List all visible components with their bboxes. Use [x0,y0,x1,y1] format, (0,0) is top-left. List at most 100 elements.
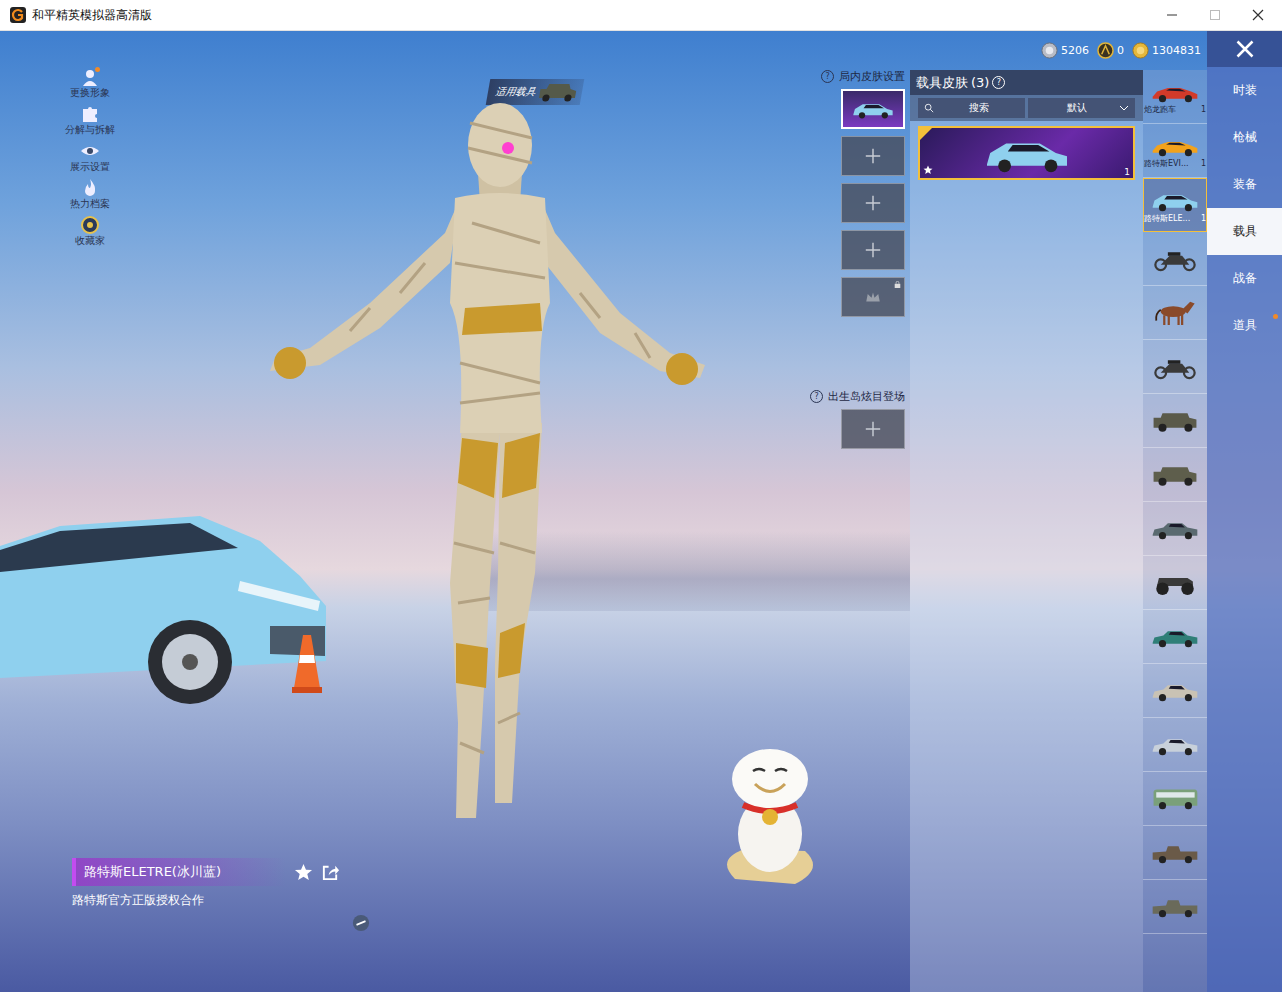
tab-label: 载具 [1233,223,1257,240]
maximize-icon[interactable] [1209,9,1221,21]
tab-label: 战备 [1233,270,1257,287]
item-name: 路特斯ELETRE(冰川蓝) [72,858,286,886]
entrance-slot[interactable] [841,409,905,449]
left-menu-label: 更换形象 [70,87,110,99]
car-icon [851,97,895,121]
vehicle-item[interactable] [1143,664,1207,718]
left-menu-item[interactable]: 热力档案 [70,178,110,210]
plus-icon [864,241,882,259]
sort-dropdown[interactable]: 默认 [1028,98,1135,118]
jeep-icon [536,81,580,103]
skin-slot[interactable] [841,183,905,223]
vehicle-item[interactable] [1143,340,1207,394]
minimize-icon[interactable] [1166,9,1178,21]
help-button[interactable]: ? [992,76,1005,89]
gold_a-coin-icon [1097,42,1114,59]
vehicle-item[interactable] [1143,880,1207,934]
lock-icon [894,281,901,288]
skin-slot[interactable] [841,89,905,129]
sports_car-icon [1150,132,1200,159]
vehicle-label: 焰龙跑车 [1144,105,1176,115]
vehicle-count: 1 [1201,159,1206,169]
jeep-icon [1150,407,1200,434]
vehicle-item[interactable]: 路特斯EVI... 1 [1143,124,1207,178]
currency-item: 5206 [1041,42,1089,59]
category-tab[interactable]: 战备 [1207,255,1282,302]
vehicle-item[interactable]: 焰龙跑车 1 [1143,70,1207,124]
plus-icon [864,420,882,438]
help-button[interactable]: ? [810,390,823,403]
gold-coin-icon [1132,42,1149,59]
spawn-island-entrance: ? 出生岛炫目登场 [810,389,905,449]
vehicle-item[interactable] [1143,286,1207,340]
notification-dot [1273,314,1278,319]
skin-count: (3) [971,75,989,90]
vehicle-item[interactable] [1143,502,1207,556]
vehicle-item[interactable] [1143,232,1207,286]
category-tabs: 时装 枪械 装备 载具 战备 道具 [1207,31,1282,992]
search-icon [924,103,934,113]
vehicle-item[interactable] [1143,772,1207,826]
close-icon[interactable] [1235,39,1255,59]
pet-model [715,739,825,889]
search-field[interactable]: 搜索 [918,98,1025,118]
star-icon[interactable] [294,863,313,882]
left-menu-label: 热力档案 [70,198,110,210]
category-tab[interactable]: 装备 [1207,161,1282,208]
skin-panel: 载具皮肤 (3) ? 搜索 默认 1 [910,70,1143,992]
help-button[interactable]: ? [821,70,834,83]
vehicle-item[interactable] [1143,826,1207,880]
vehicle-item[interactable] [1143,394,1207,448]
slot-group-label: ? 出生岛炫目登场 [810,389,905,404]
eye-icon [80,141,100,161]
vehicle-list: 焰龙跑车 1 路特斯EVI... 1 路特斯ELE... 1 [1143,70,1207,992]
app-window: 和平精英模拟器高清版 更换形象 分解与拆解 展示设置 热力档案 收藏家 适用载具… [0,0,1282,992]
traffic-cone [292,633,322,693]
vehicle-item[interactable]: 路特斯ELE... 1 [1143,178,1207,232]
vehicle-item[interactable] [1143,556,1207,610]
left-menu-item[interactable]: 分解与拆解 [65,104,115,136]
skin-slot[interactable] [841,230,905,270]
left-menu-label: 收藏家 [75,235,105,247]
horse-icon [1150,299,1200,326]
notification-dot [95,67,100,72]
skin-card[interactable]: 1 [918,126,1135,180]
skin-slot[interactable] [841,136,905,176]
sort-label: 默认 [1034,101,1119,115]
in-game-skin-settings: ? 局内皮肤设置 [821,69,905,317]
vehicle-item[interactable] [1143,610,1207,664]
chevron-down-icon [1119,105,1129,111]
vehicle-label: 路特斯ELE... [1144,214,1190,224]
game-screen: 更换形象 分解与拆解 展示设置 热力档案 收藏家 适用载具 ? 局内皮肤设置 ?… [0,31,1282,992]
category-tab[interactable]: 时装 [1207,67,1282,114]
vehicle-item[interactable] [1143,448,1207,502]
app-logo-icon [10,7,26,23]
left-menu-label: 展示设置 [70,161,110,173]
share-icon[interactable] [321,863,340,882]
monster_truck-icon [1150,569,1200,596]
left-menu: 更换形象 分解与拆解 展示设置 热力档案 收藏家 [60,67,120,247]
currency-bar: 5206 0 1304831 [910,31,1207,70]
left-menu-item[interactable]: 更换形象 [70,67,110,99]
fire-icon [80,178,100,198]
title-bar: 和平精英模拟器高清版 [0,0,1282,31]
character-model [250,103,710,833]
vehicle-tag: 适用载具 [486,79,585,105]
skin-slot[interactable] [841,277,905,317]
vehicle-tag-label: 适用载具 [495,85,537,99]
left-menu-label: 分解与拆解 [65,124,115,136]
category-tab[interactable]: 载具 [1207,208,1282,255]
skin-count: 1 [1124,167,1130,177]
left-menu-item[interactable]: 展示设置 [70,141,110,173]
item-info: 路特斯ELETRE(冰川蓝) 路特斯官方正版授权合作 [72,858,340,908]
currency-item: 0 [1097,42,1124,59]
left-menu-item[interactable]: 收藏家 [75,215,105,247]
category-tab[interactable]: 枪械 [1207,114,1282,161]
tab-label: 时装 [1233,82,1257,99]
vehicle-item[interactable] [1143,718,1207,772]
suv-icon [1150,187,1200,214]
vehicle-count: 1 [1201,214,1206,224]
close-window-icon[interactable] [1252,9,1264,21]
category-tab[interactable]: 道具 [1207,302,1282,349]
rotate-icon[interactable] [352,914,370,932]
